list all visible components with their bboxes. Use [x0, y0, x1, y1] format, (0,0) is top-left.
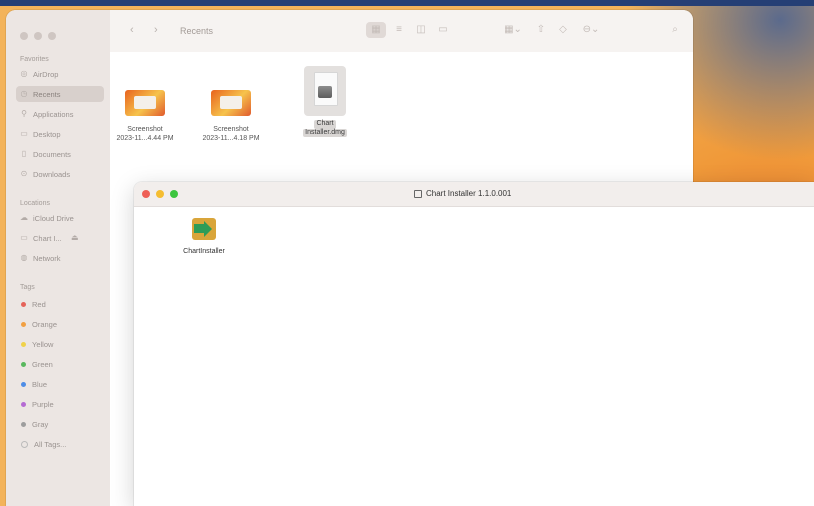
dmg-file-icon [304, 66, 346, 116]
sidebar-item-label: iCloud Drive [33, 213, 74, 223]
sidebar-tag-gray[interactable]: Gray [16, 416, 104, 432]
cloud-icon: ☁ [20, 213, 28, 222]
sidebar-item-label: Applications [33, 109, 74, 119]
tag-color-dot [21, 401, 26, 407]
file-chart-installer-dmg[interactable]: Chart Installer.dmg [290, 66, 360, 137]
close-button[interactable] [142, 190, 150, 198]
sidebar-tag-all-tags[interactable]: All Tags... [16, 436, 104, 452]
sidebar-tag-green[interactable]: Green [16, 356, 104, 372]
sidebar-item-label: Yellow [32, 339, 54, 349]
download-icon: ⊙ [20, 169, 28, 178]
sidebar-item-recents[interactable]: ◷ Recents [16, 86, 104, 102]
sidebar-item-label: Red [32, 299, 46, 309]
sidebar-item-label: Recents [33, 89, 61, 99]
action-menu-button[interactable]: ⊖⌄ [580, 22, 602, 38]
icon-view-button[interactable]: ▦ [366, 22, 386, 38]
sidebar-tag-orange[interactable]: Orange [16, 316, 104, 332]
zoom-button[interactable] [48, 32, 56, 40]
sidebar-item-chart-installer-volume[interactable]: ▭ Chart I... ⏏ [16, 230, 104, 246]
disk-icon: ▭ [20, 233, 28, 242]
forward-icon[interactable]: › [154, 24, 158, 36]
installer-title-text: Chart Installer 1.1.0.001 [426, 189, 512, 198]
back-icon[interactable]: ‹ [130, 24, 134, 36]
airdrop-icon: ◎ [20, 69, 28, 78]
file-name-line2: 2023-11...4.44 PM [116, 134, 174, 142]
chart-installer-app[interactable]: ChartInstaller [166, 218, 242, 255]
minimize-button[interactable] [156, 190, 164, 198]
sidebar-tag-blue[interactable]: Blue [16, 376, 104, 392]
disk-image-icon [414, 189, 422, 198]
search-icon[interactable]: ⌕ [668, 22, 682, 38]
tag-color-dot [21, 361, 26, 367]
sidebar-item-label: AirDrop [33, 69, 59, 79]
sidebar-tag-purple[interactable]: Purple [16, 396, 104, 412]
sidebar-item-documents[interactable]: ▯ Documents [16, 146, 104, 162]
sidebar-item-label: All Tags... [34, 439, 67, 449]
file-name-line1: Screenshot [127, 126, 163, 133]
sidebar-item-downloads[interactable]: ⊙ Downloads [16, 166, 104, 182]
sidebar-item-label: Network [33, 253, 61, 263]
sidebar-item-airdrop[interactable]: ◎ AirDrop [16, 66, 104, 82]
sidebar-item-icloud-drive[interactable]: ☁ iCloud Drive [16, 210, 104, 226]
sidebar-item-label: Gray [32, 419, 49, 429]
column-view-button[interactable]: ◫ [414, 22, 428, 38]
installer-titlebar: Chart Installer 1.1.0.001 [134, 182, 814, 207]
sidebar-tag-red[interactable]: Red [16, 296, 104, 312]
tag-icon[interactable]: ◇ [556, 22, 570, 38]
document-icon: ▯ [21, 149, 27, 158]
applications-icon: ⚲ [21, 109, 27, 118]
sidebar-item-label: Desktop [33, 129, 61, 139]
tag-color-dot [21, 421, 26, 427]
finder-sidebar: Favorites ◎ AirDrop ◷ Recents ⚲ Applicat… [6, 10, 110, 506]
sidebar-item-network[interactable]: ◍ Network [16, 250, 104, 266]
list-view-button[interactable]: ≡ [392, 22, 406, 38]
file-name-line2: Installer.dmg [303, 128, 347, 137]
sidebar-item-label: Orange [32, 319, 58, 329]
file-screenshot-2[interactable]: Screenshot 2023-11...4.18 PM [196, 90, 266, 143]
desktop-icon: ▭ [20, 129, 28, 138]
tag-color-dot [21, 301, 26, 307]
tag-color-dot [21, 321, 26, 327]
sidebar-item-label: Chart I... [33, 233, 62, 243]
window-title: Recents [180, 26, 214, 36]
sidebar-item-label: Downloads [33, 169, 71, 179]
finder-toolbar: ‹ › Recents ▦ ≡ ◫ ▭ ▦⌄ ⇧ ◇ ⊖⌄ ⌕ [110, 10, 693, 53]
locations-header: Locations [20, 200, 50, 207]
installer-window-controls [142, 190, 178, 198]
eject-icon[interactable]: ⏏ [71, 234, 79, 242]
screenshot-thumbnail-icon [125, 90, 165, 116]
app-label: ChartInstaller [183, 248, 225, 255]
sidebar-item-applications[interactable]: ⚲ Applications [16, 106, 104, 122]
file-name-line2: 2023-11...4.18 PM [202, 134, 260, 142]
file-screenshot-1[interactable]: Screenshot 2023-11...4.44 PM [110, 90, 180, 143]
file-name-line1: Screenshot [213, 126, 249, 133]
tag-color-dot [21, 341, 26, 347]
favorites-header: Favorites [20, 56, 49, 63]
sidebar-item-label: Blue [32, 379, 48, 389]
sidebar-tag-yellow[interactable]: Yellow [16, 336, 104, 352]
globe-icon: ◍ [20, 253, 28, 262]
file-name-line1: Chart [314, 120, 336, 129]
installer-app-icon [192, 218, 216, 240]
sidebar-item-desktop[interactable]: ▭ Desktop [16, 126, 104, 142]
close-button[interactable] [20, 32, 28, 40]
installer-title: Chart Installer 1.1.0.001 [414, 189, 511, 198]
finder-window-controls [20, 32, 56, 40]
screenshot-thumbnail-icon [211, 90, 251, 116]
installer-window: Chart Installer 1.1.0.001 ChartInstaller [134, 182, 814, 506]
sidebar-item-label: Green [32, 359, 53, 369]
sidebar-item-label: Purple [32, 399, 54, 409]
gallery-view-button[interactable]: ▭ [436, 22, 450, 38]
menu-bar [0, 0, 814, 6]
minimize-button[interactable] [34, 32, 42, 40]
clock-icon: ◷ [20, 89, 28, 98]
tags-header: Tags [20, 284, 35, 291]
all-tags-icon [21, 440, 28, 448]
zoom-button[interactable] [170, 190, 178, 198]
group-by-button[interactable]: ▦⌄ [502, 22, 524, 38]
share-icon[interactable]: ⇧ [534, 22, 548, 38]
tag-color-dot [21, 381, 26, 387]
sidebar-item-label: Documents [33, 149, 71, 159]
